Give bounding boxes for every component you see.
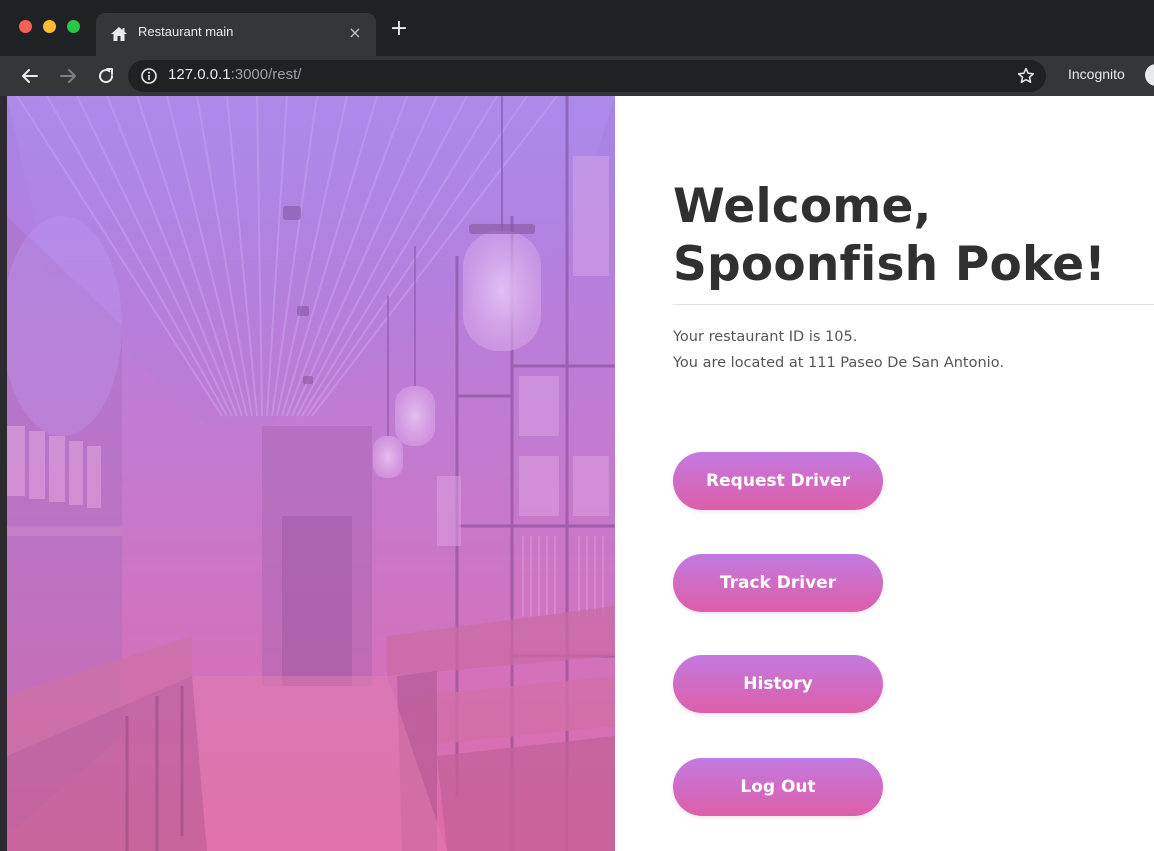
browser-chrome: Restaurant main × + 127.0.0.1:3000/rest/… [0, 0, 1154, 96]
restaurant-dashboard: Welcome, Spoonfish Poke! Your restaurant… [673, 96, 1154, 851]
url-host: 127.0.0.1 [168, 66, 231, 83]
incognito-label[interactable]: Incognito [1068, 66, 1125, 82]
minimize-window-button[interactable] [43, 20, 56, 33]
restaurant-hero-image [7, 96, 615, 851]
tab-restaurant-main[interactable]: Restaurant main × [96, 13, 376, 56]
url-text[interactable]: 127.0.0.1:3000/rest/ [168, 66, 301, 83]
star-icon[interactable] [1016, 66, 1036, 86]
divider [673, 304, 1154, 305]
history-button[interactable]: History [673, 655, 883, 713]
address-bar[interactable]: 127.0.0.1:3000/rest/ [128, 60, 1046, 92]
close-icon[interactable]: × [346, 24, 364, 42]
url-path: :3000/rest/ [230, 66, 302, 83]
restaurant-location-text: You are located at 111 Paseo De San Anto… [673, 355, 1004, 371]
reload-icon[interactable] [94, 64, 118, 88]
arrow-right-icon[interactable] [56, 64, 80, 88]
new-tab-button[interactable]: + [388, 18, 410, 40]
tab-title: Restaurant main [138, 24, 234, 39]
log-out-button[interactable]: Log Out [673, 758, 883, 816]
window-edge [0, 96, 7, 851]
close-window-button[interactable] [19, 20, 32, 33]
maximize-window-button[interactable] [67, 20, 80, 33]
request-driver-button[interactable]: Request Driver [673, 452, 883, 510]
restaurant-id-text: Your restaurant ID is 105. [673, 329, 858, 345]
page-body: Welcome, Spoonfish Poke! Your restaurant… [0, 96, 1154, 851]
home-icon [110, 25, 128, 43]
arrow-left-icon[interactable] [18, 64, 42, 88]
incognito-avatar[interactable] [1145, 64, 1154, 86]
track-driver-button[interactable]: Track Driver [673, 554, 883, 612]
info-icon[interactable] [140, 67, 158, 85]
browser-toolbar: 127.0.0.1:3000/rest/ Incognito [0, 56, 1154, 96]
tab-strip: Restaurant main × + [0, 0, 1154, 56]
page-title: Welcome, Spoonfish Poke! [673, 179, 1106, 292]
